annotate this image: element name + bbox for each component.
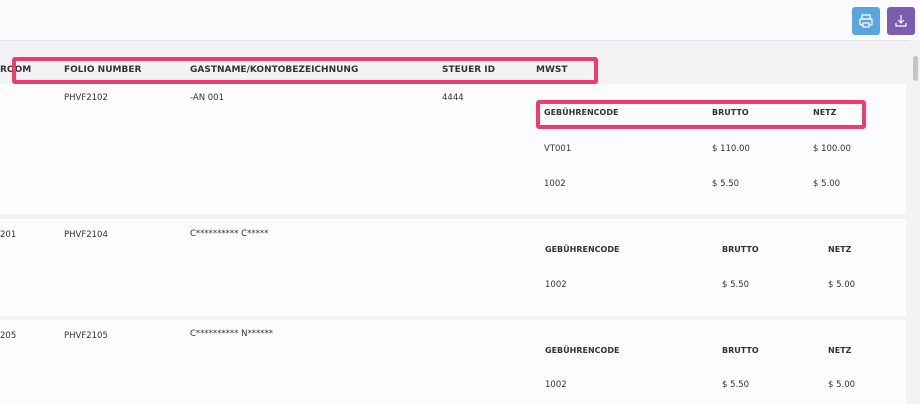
table-row[interactable]: 201 PHVF2104 C********** C***** GEBÜHREN… <box>0 219 906 316</box>
charge-col-brutto: BRUTTO <box>722 245 759 254</box>
col-guest-name: GASTNAME/KONTOBEZEICHNUNG <box>190 65 359 75</box>
guest-cell: C********** C***** <box>190 229 269 239</box>
charge-code: VT001 <box>544 144 572 154</box>
charge-netz: $ 5.00 <box>813 179 841 189</box>
charge-col-netz: NETZ <box>828 346 852 355</box>
download-icon <box>895 15 907 27</box>
charge-col-code: GEBÜHRENCODE <box>545 346 620 355</box>
scrollbar[interactable] <box>910 40 920 404</box>
charge-col-netz: NETZ <box>828 245 852 254</box>
charge-col-netz: NETZ <box>813 108 837 117</box>
toolbar <box>0 0 920 41</box>
printer-icon <box>859 14 873 28</box>
charge-brutto: $ 5.50 <box>722 380 750 390</box>
scrollbar-thumb[interactable] <box>913 56 918 81</box>
charge-col-code: GEBÜHRENCODE <box>545 245 620 254</box>
charge-code: 1002 <box>545 380 567 390</box>
charge-col-code: GEBÜHRENCODE <box>544 108 619 117</box>
folio-cell: PHVF2102 <box>64 93 108 103</box>
download-button[interactable] <box>887 7 915 35</box>
charge-brutto: $ 5.50 <box>722 280 750 290</box>
room-cell: 205 <box>0 331 17 341</box>
col-tax-id: STEUER ID <box>442 65 496 75</box>
table-row[interactable]: 205 PHVF2105 C********** N****** GEBÜHRE… <box>0 320 906 404</box>
charge-netz: $ 100.00 <box>813 144 851 154</box>
charge-code: 1002 <box>544 179 566 189</box>
charge-col-brutto: BRUTTO <box>712 108 749 117</box>
charge-netz: $ 5.00 <box>828 280 856 290</box>
charge-brutto: $ 110.00 <box>712 144 750 154</box>
tax-id-cell: 4444 <box>442 93 464 103</box>
table-header: ROOM FOLIO NUMBER GASTNAME/KONTOBEZEICHN… <box>0 56 906 84</box>
folio-cell: PHVF2105 <box>64 331 108 341</box>
room-cell: 201 <box>0 230 17 240</box>
charge-code: 1002 <box>545 280 567 290</box>
charge-col-brutto: BRUTTO <box>722 346 759 355</box>
table-row[interactable]: PHVF2102 -AN 001 4444 GEBÜHRENCODE BRUTT… <box>0 84 906 214</box>
charge-netz: $ 5.00 <box>828 380 856 390</box>
charge-brutto: $ 5.50 <box>712 179 740 189</box>
col-room: ROOM <box>0 65 32 75</box>
col-folio-number: FOLIO NUMBER <box>64 65 142 75</box>
print-button[interactable] <box>852 7 880 35</box>
col-vat: MWST <box>536 65 568 75</box>
folio-cell: PHVF2104 <box>64 230 108 240</box>
guest-cell: C********** N****** <box>190 329 273 339</box>
guest-cell: -AN 001 <box>190 93 224 103</box>
